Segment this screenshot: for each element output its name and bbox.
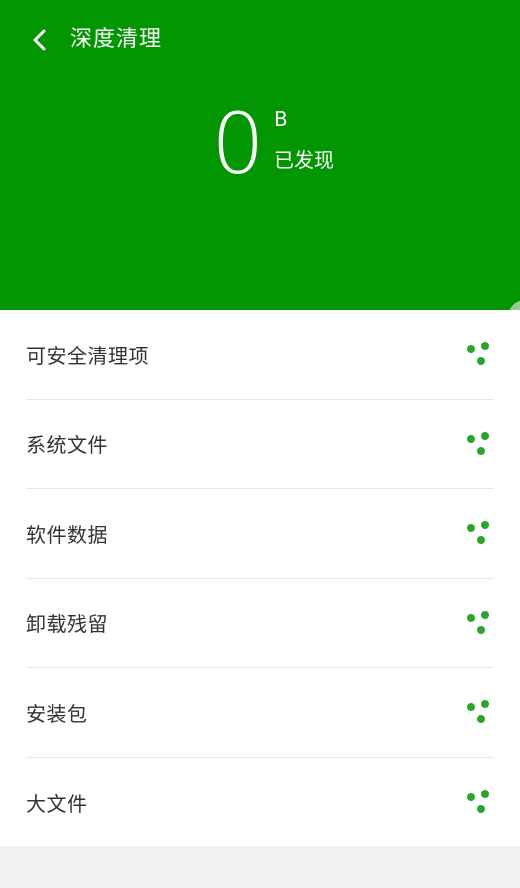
back-button[interactable] <box>22 22 58 58</box>
bottom-area <box>0 846 520 888</box>
chevron-left-icon <box>33 29 46 51</box>
list-item-label: 软件数据 <box>26 522 108 547</box>
page-title: 深度清理 <box>70 27 163 52</box>
list-item-label: 卸载残留 <box>26 612 108 637</box>
list-item-large-files[interactable]: 大文件 <box>26 758 494 848</box>
list-item-install-packages[interactable]: 安装包 <box>26 668 494 758</box>
list-item-safe-clean[interactable]: 可安全清理项 <box>26 310 494 400</box>
found-label: 已发现 <box>274 148 334 172</box>
found-size-value: 0 <box>211 95 265 193</box>
found-size-unit: B <box>274 107 288 131</box>
list-item-app-data[interactable]: 软件数据 <box>26 489 494 579</box>
loading-dots-icon <box>467 790 489 814</box>
loading-dots-icon <box>467 431 489 455</box>
list-item-label: 大文件 <box>26 791 88 816</box>
list-item-label: 系统文件 <box>26 433 108 458</box>
loading-dots-icon <box>467 521 489 545</box>
list-item-system-files[interactable]: 系统文件 <box>26 400 494 489</box>
loading-dots-icon <box>467 610 489 634</box>
deep-clean-screen: 深度清理 0 B 已发现 可安全清理项 系统文件 软件数据 卸载残留 安装包 大… <box>0 0 520 888</box>
clean-category-list: 可安全清理项 系统文件 软件数据 卸载残留 安装包 大文件 <box>0 310 520 846</box>
list-item-label: 安装包 <box>26 701 88 726</box>
loading-dots-icon <box>467 342 489 366</box>
list-item-label: 可安全清理项 <box>26 343 149 368</box>
header: 深度清理 0 B 已发现 <box>0 0 520 310</box>
list-item-uninstall-residue[interactable]: 卸载残留 <box>26 579 494 668</box>
loading-dots-icon <box>467 700 489 724</box>
